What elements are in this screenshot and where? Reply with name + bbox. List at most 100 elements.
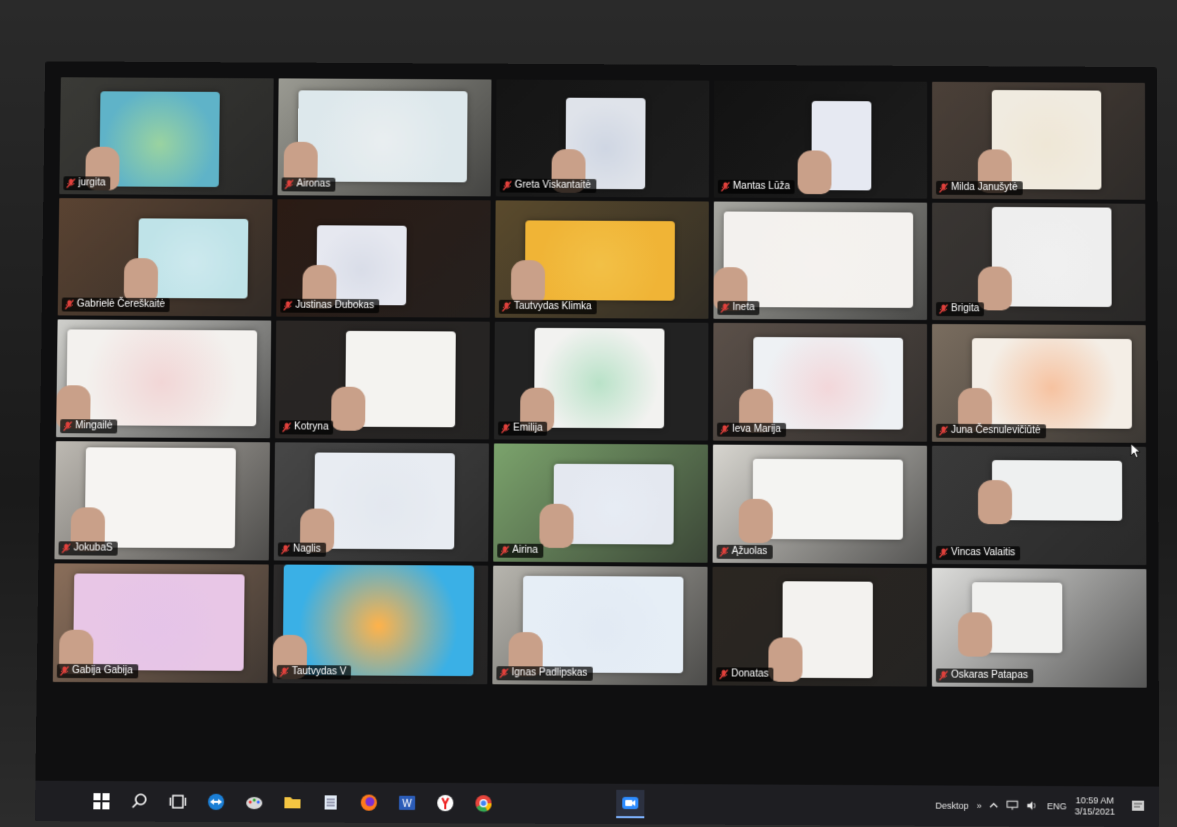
- muted-microphone-icon: [280, 667, 289, 677]
- participant-name: Brigita: [951, 303, 980, 315]
- participant-nameplate: Vincas Valaitis: [935, 545, 1021, 561]
- participant-name: Gabrielė Čereškaitė: [76, 298, 166, 311]
- participant-name: Emilija: [513, 422, 543, 434]
- chrome-icon[interactable]: [473, 793, 493, 813]
- puzzle-drawing: [524, 220, 675, 301]
- muted-microphone-icon: [503, 181, 512, 191]
- participant-video-tile[interactable]: Airina: [493, 443, 708, 563]
- desktop-toolbar-label[interactable]: Desktop: [935, 801, 968, 811]
- participant-nameplate: Ignas Padlipskas: [496, 666, 593, 681]
- network-icon[interactable]: [1007, 799, 1019, 812]
- teamviewer-icon[interactable]: [206, 792, 226, 812]
- task-view-icon[interactable]: [168, 792, 188, 812]
- puzzle-drawing: [522, 575, 684, 674]
- muted-microphone-icon: [64, 300, 74, 310]
- muted-microphone-icon: [285, 179, 294, 189]
- participant-nameplate: Ieva Marija: [717, 422, 786, 437]
- participant-name: Tautvydas V: [291, 666, 347, 678]
- muted-microphone-icon: [282, 422, 292, 433]
- screen: jurgita Aironas Greta Viskantaitė Mantas Lū…: [34, 61, 1160, 827]
- muted-microphone-icon: [721, 182, 730, 192]
- paint-icon[interactable]: [244, 792, 264, 812]
- participant-nameplate: Justinas Dubokas: [280, 298, 380, 314]
- participant-video-tile[interactable]: Ineta: [713, 201, 928, 320]
- participant-name: Kotryna: [294, 421, 329, 433]
- participant-nameplate: Ąžuolas: [716, 544, 773, 560]
- notepad-icon[interactable]: [321, 792, 341, 812]
- muted-microphone-icon: [720, 424, 730, 435]
- participant-video-tile[interactable]: Mantas Lūža: [713, 80, 928, 199]
- participant-name: jurgita: [78, 177, 106, 189]
- participant-video-tile[interactable]: Milda Janušytė: [932, 81, 1146, 200]
- muted-microphone-icon: [501, 423, 511, 434]
- participant-name: Gabija Gabija: [71, 664, 133, 677]
- toolbar-chevron-icon[interactable]: »: [977, 801, 982, 811]
- zoom-gallery-view: jurgita Aironas Greta Viskantaitė Mantas Lū…: [49, 71, 1153, 696]
- participant-video-tile[interactable]: Ignas Padlipskas: [492, 565, 708, 686]
- participant-name: Airina: [512, 544, 538, 556]
- participant-name: Mingailė: [75, 420, 113, 432]
- participant-nameplate: Emilija: [498, 421, 548, 436]
- participant-video-tile[interactable]: Gabija Gabija: [52, 563, 269, 684]
- participant-video-tile[interactable]: Donatas: [712, 566, 927, 687]
- participant-name: Justinas Dubokas: [295, 299, 375, 312]
- muted-microphone-icon: [280, 544, 290, 554]
- participant-video-tile[interactable]: Mingailė: [56, 319, 272, 439]
- participant-nameplate: Tautvydas V: [276, 665, 352, 680]
- participant-video-tile[interactable]: Naglis: [273, 442, 489, 562]
- participant-video-tile[interactable]: Tautvydas Klimka: [494, 200, 709, 319]
- firefox-icon[interactable]: [359, 793, 379, 813]
- participant-nameplate: JokubaS: [58, 541, 118, 556]
- participant-nameplate: Tautvydas Klimka: [498, 299, 597, 315]
- file-explorer-icon[interactable]: [282, 792, 302, 812]
- participant-nameplate: Mantas Lūža: [717, 179, 795, 195]
- participant-nameplate: Mingailė: [60, 419, 118, 434]
- participant-video-tile[interactable]: Greta Viskantaitė: [495, 79, 710, 198]
- participant-name: Aironas: [296, 178, 331, 190]
- participant-name: Oskaras Patapas: [951, 669, 1029, 682]
- yandex-icon[interactable]: [435, 793, 455, 813]
- participant-nameplate: jurgita: [63, 176, 111, 191]
- muted-microphone-icon: [283, 301, 293, 311]
- participant-video-tile[interactable]: Ieva Marija: [713, 322, 928, 442]
- puzzle-drawing: [971, 338, 1132, 429]
- notification-center-icon[interactable]: [1131, 799, 1145, 813]
- muted-microphone-icon: [939, 426, 949, 436]
- zoom-icon[interactable]: [616, 789, 645, 819]
- participant-video-tile[interactable]: Gabrielė Čereškaitė: [57, 198, 273, 317]
- muted-microphone-icon: [61, 543, 71, 553]
- participant-video-tile[interactable]: Brigita: [932, 202, 1146, 322]
- muted-microphone-icon: [939, 671, 948, 681]
- participant-video-tile[interactable]: Juna Česnulevičiūtė: [932, 323, 1147, 443]
- participant-name: Ineta: [732, 302, 755, 314]
- participant-nameplate: Aironas: [281, 177, 336, 192]
- participant-video-tile[interactable]: Emilija: [494, 321, 709, 441]
- language-indicator[interactable]: ENG: [1047, 801, 1067, 811]
- participant-video-tile[interactable]: Justinas Dubokas: [276, 199, 491, 318]
- participant-name: Ąžuolas: [731, 545, 768, 558]
- participant-video-tile[interactable]: Tautvydas V: [272, 564, 489, 685]
- puzzle-drawing: [84, 447, 236, 549]
- puzzle-drawing: [73, 573, 245, 671]
- show-hidden-icons-icon[interactable]: [990, 800, 999, 811]
- participant-video-tile[interactable]: JokubaS: [54, 441, 270, 561]
- windows-start-icon[interactable]: [91, 791, 111, 811]
- participant-name: Vincas Valaitis: [951, 546, 1016, 559]
- muted-microphone-icon: [500, 545, 509, 556]
- volume-icon[interactable]: [1027, 800, 1039, 813]
- word-icon[interactable]: W: [397, 793, 417, 813]
- participant-video-tile[interactable]: Oskaras Patapas: [931, 567, 1147, 688]
- participant-name: Ignas Padlipskas: [511, 667, 588, 679]
- participant-name: Juna Česnulevičiūtė: [951, 424, 1041, 437]
- participant-nameplate: Gabija Gabija: [56, 663, 138, 679]
- clock[interactable]: 10:59 AM 3/15/2021: [1075, 795, 1115, 817]
- participant-video-tile[interactable]: Kotryna: [275, 320, 490, 440]
- hand: [331, 386, 366, 431]
- muted-microphone-icon: [499, 668, 508, 678]
- muted-microphone-icon: [939, 183, 948, 193]
- participant-video-tile[interactable]: Vincas Valaitis: [931, 445, 1147, 566]
- search-icon[interactable]: [129, 791, 149, 811]
- participant-video-tile[interactable]: Aironas: [277, 78, 492, 197]
- participant-video-tile[interactable]: jurgita: [59, 77, 274, 196]
- participant-video-tile[interactable]: Ąžuolas: [712, 444, 928, 564]
